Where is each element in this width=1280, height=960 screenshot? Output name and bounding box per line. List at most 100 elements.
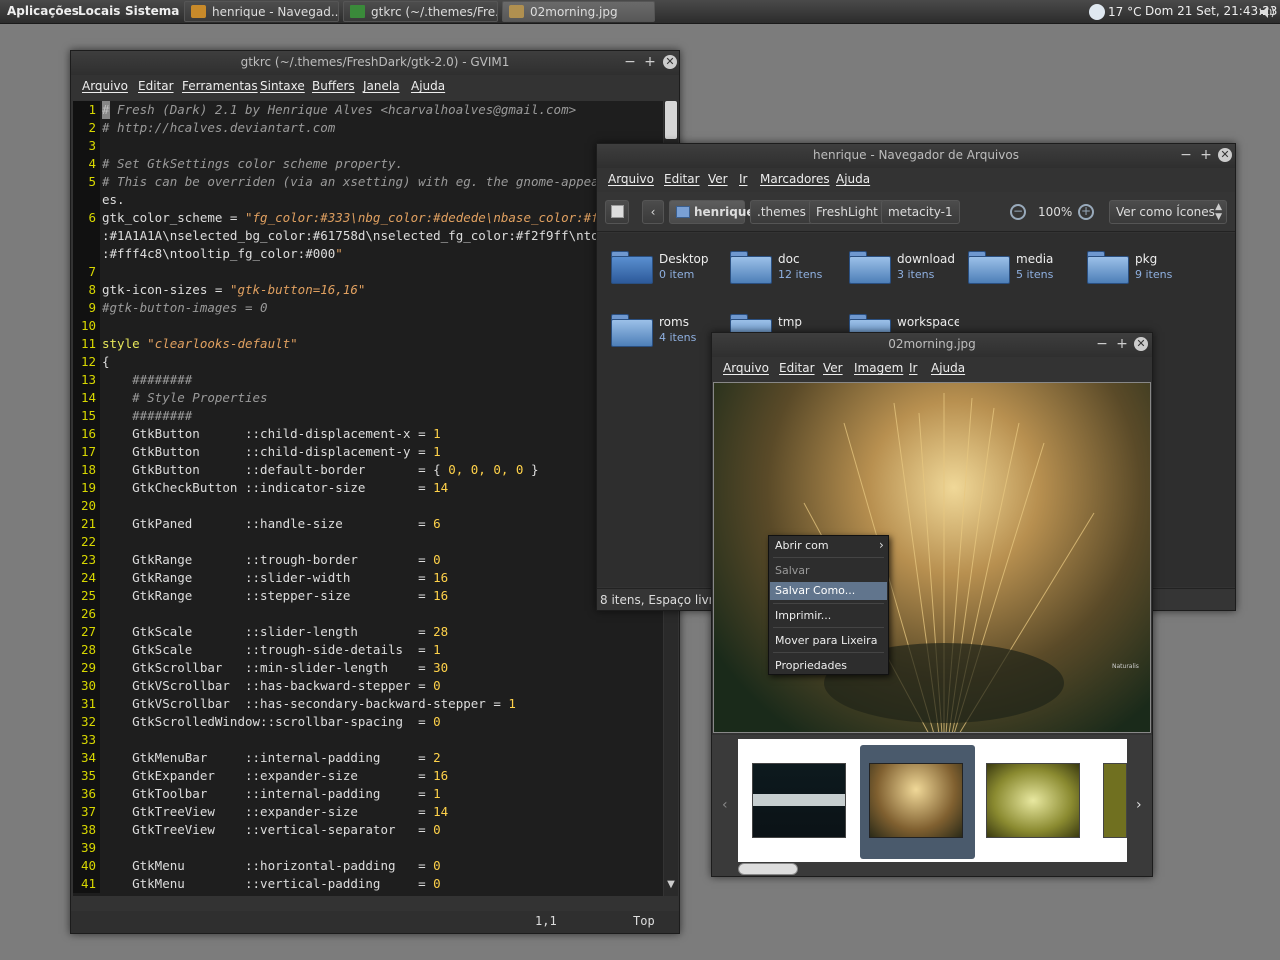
menu-system[interactable]: Sistema	[125, 4, 179, 18]
window-title: gtkrc (~/.themes/FreshDark/gtk-2.0) - GV…	[240, 55, 510, 69]
folder-name: doc	[778, 252, 800, 266]
menu-item-salvar[interactable]: Salvar	[775, 564, 810, 577]
thumbnail-2[interactable]	[869, 763, 963, 838]
folder-name: download	[897, 252, 956, 266]
code-line: GtkVScrollbar ::has-backward-stepper = 0	[102, 678, 441, 693]
menu-janela[interactable]: Janela	[363, 79, 400, 93]
taskbar-button-file-manager[interactable]: henrique - Navegad...	[184, 1, 339, 22]
thumbnail-1[interactable]	[752, 763, 846, 838]
folder-item-tmp[interactable]: tmp	[730, 311, 840, 333]
folder-name: tmp	[778, 315, 803, 329]
code-line: GtkMenu ::horizontal-padding = 0	[102, 858, 441, 873]
menu-ajuda[interactable]: Ajuda	[931, 361, 965, 375]
folder-item-workspace[interactable]: workspace	[849, 311, 959, 333]
code-line: GtkVScrollbar ::has-secondary-backward-s…	[102, 696, 516, 711]
view-mode-select[interactable]: Ver como Ícones ▲ ▼	[1109, 200, 1227, 224]
path-button-themes[interactable]: .themes	[750, 200, 813, 224]
menu-item-salvar-como[interactable]: Salvar Como...	[770, 582, 887, 600]
path-button-metacity[interactable]: metacity-1	[881, 200, 960, 224]
code-line: style "clearlooks-default"	[102, 336, 298, 351]
minimize-button[interactable]: −	[1179, 148, 1193, 162]
volume-icon[interactable]	[1258, 4, 1276, 20]
path-button-henrique[interactable]: henrique	[669, 200, 755, 224]
menu-buffers[interactable]: Buffers	[312, 79, 355, 93]
cursor-position: 1,1	[535, 914, 557, 928]
folder-icon	[968, 248, 1010, 284]
edit-location-button[interactable]	[605, 200, 629, 224]
menu-ir[interactable]: Ir	[909, 361, 917, 375]
thumbnails-prev-arrow-icon[interactable]: ‹	[722, 797, 728, 813]
menu-ajuda[interactable]: Ajuda	[411, 79, 445, 93]
scroll-down-arrow-icon[interactable]: ▼	[665, 879, 677, 893]
scrollbar-thumb[interactable]	[665, 101, 677, 139]
menu-ferramentas[interactable]: Ferramentas	[182, 79, 258, 93]
menu-ver[interactable]: Ver	[708, 172, 728, 186]
window-title: henrique - Navegador de Arquivos	[813, 148, 1019, 162]
code-line: gtk-icon-sizes = "gtk-button=16,16"	[102, 282, 366, 297]
menu-arquivo[interactable]: Arquivo	[723, 361, 769, 375]
menu-ir[interactable]: Ir	[739, 172, 747, 186]
code-line: {	[102, 354, 110, 369]
menu-editar[interactable]: Editar	[664, 172, 700, 186]
close-button[interactable]: ✕	[663, 55, 677, 69]
folder-item-pkg[interactable]: pkg 9 itens	[1087, 248, 1197, 292]
file-manager-titlebar[interactable]: henrique - Navegador de Arquivos − + ✕	[597, 144, 1235, 168]
thumbnail-3[interactable]	[986, 763, 1080, 838]
thumbnail-4[interactable]	[1103, 763, 1127, 838]
menu-item-mover-lixeira[interactable]: Mover para Lixeira	[775, 634, 877, 647]
editor-text-area[interactable]: 1 # Fresh (Dark) 2.1 by Henrique Alves <h…	[73, 101, 663, 896]
folder-item-roms[interactable]: roms 4 itens	[611, 311, 721, 355]
menu-ajuda[interactable]: Ajuda	[836, 172, 870, 186]
menu-arquivo[interactable]: Arquivo	[608, 172, 654, 186]
gvim-titlebar[interactable]: gtkrc (~/.themes/FreshDark/gtk-2.0) - GV…	[71, 51, 679, 75]
line-number: 21	[73, 515, 100, 533]
taskbar-button-gvim[interactable]: gtkrc (~/.themes/Fre...	[343, 1, 498, 22]
folder-item-download[interactable]: download 3 itens	[849, 248, 959, 292]
menu-applications[interactable]: Aplicações	[7, 4, 79, 18]
line-number: 9	[73, 299, 100, 317]
maximize-button[interactable]: +	[643, 55, 657, 69]
zoom-in-icon[interactable]: +	[1078, 204, 1094, 220]
taskbar-button-image-viewer[interactable]: 02morning.jpg	[502, 1, 655, 22]
code-line: GtkToolbar ::internal-padding = 1	[102, 786, 441, 801]
menu-places[interactable]: Locais	[78, 4, 120, 18]
menu-editar[interactable]: Editar	[779, 361, 815, 375]
minimize-button[interactable]: −	[623, 55, 637, 69]
code-line: GtkRange ::slider-width = 16	[102, 570, 449, 585]
zoom-out-icon[interactable]: −	[1010, 204, 1026, 220]
code-line: GtkRange ::stepper-size = 16	[102, 588, 449, 603]
thumbnail-scrollbar[interactable]	[738, 863, 798, 875]
thumbnail-strip[interactable]	[738, 739, 1127, 862]
close-button[interactable]: ✕	[1134, 337, 1148, 351]
weather-icon	[1089, 4, 1105, 20]
close-button[interactable]: ✕	[1218, 148, 1232, 162]
line-number: 36	[73, 785, 100, 803]
code-line: GtkTreeView ::expander-size = 14	[102, 804, 449, 819]
thumbnails-next-arrow-icon[interactable]: ›	[1136, 797, 1142, 813]
menu-separator	[773, 652, 884, 653]
menu-marcadores[interactable]: Marcadores	[760, 172, 830, 186]
menu-ver[interactable]: Ver	[823, 361, 843, 375]
menu-sintaxe[interactable]: Sintaxe	[260, 79, 305, 93]
vim-statusline: 1,1 Top	[71, 911, 679, 933]
code-line: GtkScale ::trough-side-details = 1	[102, 642, 441, 657]
temperature[interactable]: 17 °C	[1108, 5, 1141, 19]
path-button-freshlight[interactable]: FreshLight	[809, 200, 885, 224]
menu-item-abrir-com[interactable]: Abrir com	[775, 539, 829, 552]
line-number: 38	[73, 821, 100, 839]
maximize-button[interactable]: +	[1115, 337, 1129, 351]
minimize-button[interactable]: −	[1095, 337, 1109, 351]
menu-imagem[interactable]: Imagem	[854, 361, 903, 375]
folder-item-doc[interactable]: doc 12 itens	[730, 248, 840, 292]
folder-name: roms	[659, 315, 689, 329]
menu-item-imprimir[interactable]: Imprimir...	[775, 609, 831, 622]
folder-item-media[interactable]: media 5 itens	[968, 248, 1078, 292]
image-viewer-titlebar[interactable]: 02morning.jpg − + ✕	[712, 333, 1152, 357]
menu-item-propriedades[interactable]: Propriedades	[775, 659, 847, 672]
maximize-button[interactable]: +	[1199, 148, 1213, 162]
folder-item-desktop[interactable]: Desktop 0 item	[611, 248, 721, 292]
spinner-arrows-icon: ▲ ▼	[1215, 202, 1222, 222]
menu-arquivo[interactable]: Arquivo	[82, 79, 128, 93]
menu-editar[interactable]: Editar	[138, 79, 174, 93]
path-back-button[interactable]: ‹	[642, 200, 664, 224]
